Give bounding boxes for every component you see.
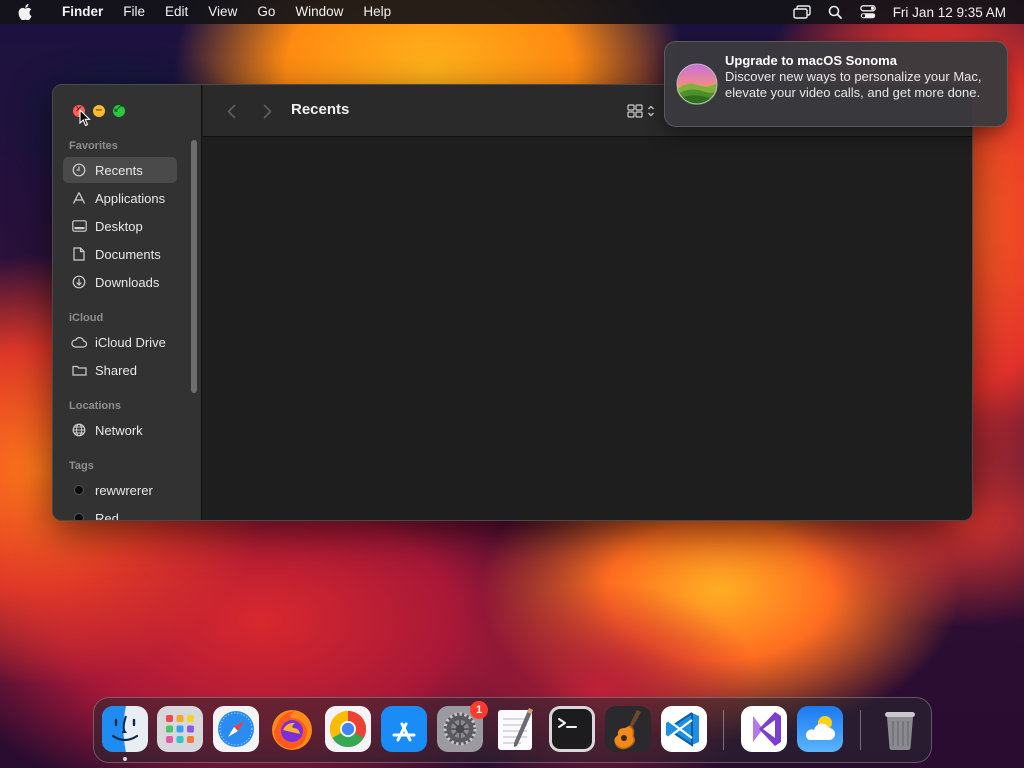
download-icon [71, 274, 87, 290]
finder-sidebar: Favorites Recents Applications Desktop D… [53, 85, 202, 520]
document-icon [71, 246, 87, 262]
back-button[interactable] [223, 101, 239, 121]
spotlight-search-icon[interactable] [824, 0, 846, 24]
sidebar-item-label: Downloads [95, 274, 160, 290]
dock-visual-studio-icon[interactable] [741, 706, 787, 752]
menu-go[interactable]: Go [247, 0, 285, 24]
favorites-section-title: Favorites [69, 140, 118, 152]
sidebar-item-label: Applications [95, 190, 166, 206]
applications-icon [71, 190, 87, 206]
screen-mirroring-icon[interactable] [791, 0, 813, 24]
finder-running-indicator [123, 757, 127, 761]
sidebar-item-label: Red [95, 510, 119, 521]
zoom-window-button[interactable] [113, 103, 125, 117]
cloud-icon [71, 334, 87, 350]
mouse-cursor-icon [79, 109, 91, 127]
icloud-section-title: iCloud [69, 312, 104, 324]
control-center-icon[interactable] [857, 0, 879, 24]
menu-view[interactable]: View [198, 0, 247, 24]
sidebar-scrollbar[interactable] [191, 140, 197, 393]
sidebar-tag-rewwrerer[interactable]: rewwrerer [63, 477, 177, 503]
dock-garageband-icon[interactable] [605, 706, 651, 752]
dock: 1 [93, 697, 932, 763]
dock-separator [723, 710, 724, 750]
minimize-window-button[interactable] [93, 102, 105, 117]
sidebar-item-recents[interactable]: Recents [63, 157, 177, 183]
apple-icon[interactable] [18, 4, 40, 20]
sidebar-item-applications[interactable]: Applications [63, 185, 177, 211]
dock-separator [860, 710, 861, 750]
dock-launchpad-icon[interactable] [157, 706, 203, 752]
dock-terminal-icon[interactable] [549, 706, 595, 752]
sidebar-item-label: Documents [95, 246, 161, 262]
notification-badge: 1 [470, 701, 488, 719]
view-options-button[interactable] [627, 101, 663, 121]
menu-window[interactable]: Window [285, 0, 353, 24]
menu-finder[interactable]: Finder [52, 0, 113, 24]
finder-content-area[interactable] [203, 138, 972, 520]
sidebar-item-icloud-drive[interactable]: iCloud Drive [63, 329, 177, 355]
upgrade-notification[interactable]: Upgrade to macOS Sonoma Discover new way… [664, 41, 1008, 127]
desktop-icon [71, 218, 87, 234]
macos-sonoma-icon [676, 63, 718, 105]
menu-bar: Finder File Edit View Go Window Help Fri… [0, 0, 1024, 24]
sidebar-item-desktop[interactable]: Desktop [63, 213, 177, 239]
sidebar-item-downloads[interactable]: Downloads [63, 269, 177, 295]
dock-vscode-icon[interactable] [661, 706, 707, 752]
tags-section-title: Tags [69, 460, 94, 472]
chevron-up-down-icon [648, 105, 654, 117]
sidebar-item-label: Network [95, 422, 143, 438]
menu-help[interactable]: Help [353, 0, 401, 24]
sidebar-item-label: Desktop [95, 218, 143, 234]
dock-firefox-icon[interactable] [269, 706, 315, 752]
shared-folder-icon [71, 362, 87, 378]
menu-edit[interactable]: Edit [155, 0, 198, 24]
clock-icon [71, 162, 87, 178]
sidebar-item-label: iCloud Drive [95, 334, 166, 350]
tag-color-dot [74, 513, 84, 520]
finder-window: Favorites Recents Applications Desktop D… [52, 84, 973, 521]
dock-system-settings-icon[interactable]: 1 [437, 701, 488, 752]
dock-safari-icon[interactable] [213, 706, 259, 752]
dock-finder-icon[interactable] [102, 706, 148, 752]
notification-title: Upgrade to macOS Sonoma [725, 53, 897, 68]
sidebar-item-label: rewwrerer [95, 482, 153, 498]
sidebar-tag-red[interactable]: Red [63, 505, 177, 521]
notification-body: Discover new ways to personalize your Ma… [725, 69, 982, 100]
sidebar-item-shared[interactable]: Shared [63, 357, 177, 383]
sidebar-item-network[interactable]: Network [63, 417, 177, 443]
forward-button[interactable] [259, 101, 275, 121]
dock-app-store-icon[interactable] [381, 706, 427, 752]
dock-chrome-icon[interactable] [325, 706, 371, 752]
sidebar-item-documents[interactable]: Documents [63, 241, 177, 267]
globe-icon [71, 422, 87, 438]
dock-trash-icon[interactable] [877, 706, 923, 752]
window-title: Recents [291, 101, 350, 118]
sidebar-item-label: Recents [95, 162, 143, 178]
tag-color-dot [74, 485, 84, 495]
menu-file[interactable]: File [113, 0, 155, 24]
menu-clock[interactable]: Fri Jan 12 9:35 AM [893, 5, 1006, 20]
dock-textedit-icon[interactable] [493, 706, 539, 752]
sidebar-item-label: Shared [95, 362, 137, 378]
grid-view-icon [627, 104, 643, 118]
locations-section-title: Locations [69, 400, 121, 412]
dock-weather-icon[interactable] [797, 706, 843, 752]
